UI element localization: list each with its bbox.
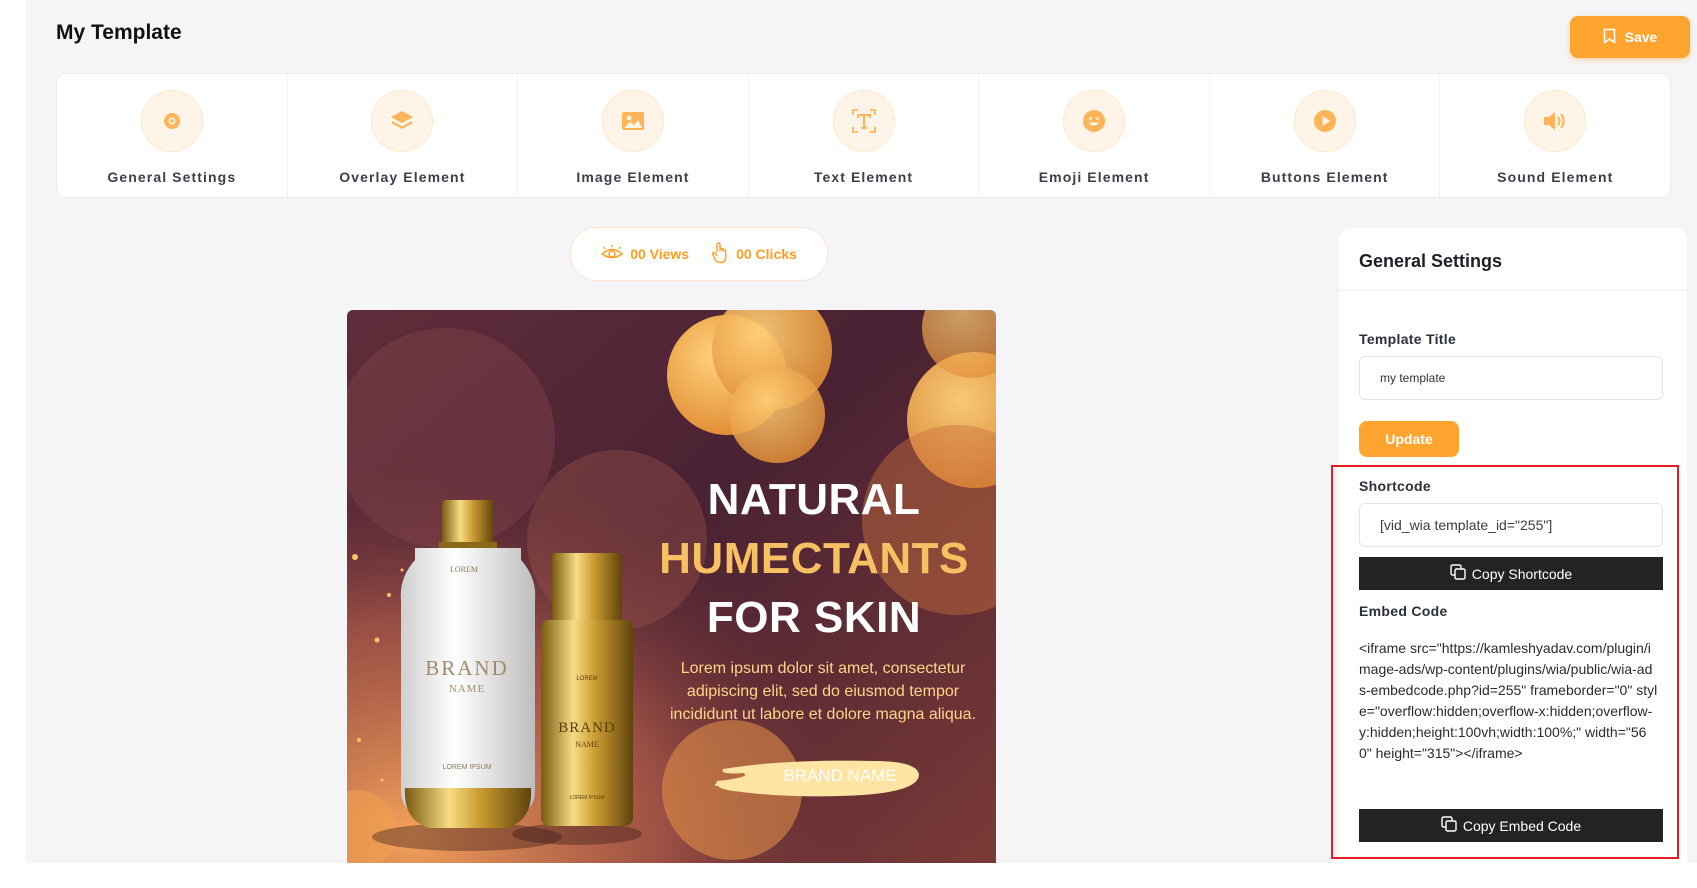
template-title-label: Template Title <box>1359 331 1457 347</box>
copy-embed-code-button[interactable]: Copy Embed Code <box>1359 809 1663 842</box>
settings-panel: General Settings Template Title my templ… <box>1339 228 1687 888</box>
bottle2-bottom-label: LOREM IPSUM <box>569 795 605 801</box>
page-title: My Template <box>56 21 182 44</box>
tool-label: Sound Element <box>1497 169 1614 185</box>
tool-buttons-element[interactable]: Buttons Element <box>1210 74 1441 197</box>
tool-label: Text Element <box>813 169 914 185</box>
tool-image-element[interactable]: Image Element <box>518 74 749 197</box>
copy-shortcode-label: Copy Shortcode <box>1471 565 1573 582</box>
tool-label: Image Element <box>576 169 690 185</box>
gear-icon <box>140 90 203 152</box>
panel-divider <box>1339 290 1687 291</box>
bottle1-brand: BRAND <box>425 656 509 680</box>
views-count: 00 Views <box>630 246 690 262</box>
shortcode-input[interactable]: [vid_wia template_id="255"] <box>1359 503 1663 547</box>
clicks-stat: 00 Clicks <box>711 241 797 267</box>
tool-label: Emoji Element <box>1038 169 1150 185</box>
embed-code-label: Embed Code <box>1359 603 1448 619</box>
stats-pill: 00 Views 00 Clicks <box>570 227 828 281</box>
speaker-icon <box>1524 90 1587 152</box>
tool-sound-element[interactable]: Sound Element <box>1440 74 1670 197</box>
save-button[interactable]: Save <box>1570 16 1690 58</box>
tool-general-settings[interactable]: General Settings <box>57 74 288 197</box>
tool-label: Overlay Element <box>339 169 466 185</box>
bottle2-top-label: LOREM <box>576 676 598 682</box>
template-title-input[interactable]: my template <box>1359 356 1663 400</box>
bottle1-name: NAME <box>448 683 486 695</box>
eye-icon <box>600 244 624 264</box>
embed-code-text[interactable]: <iframe src="https://kamleshyadav.com/pl… <box>1359 638 1659 764</box>
copy-icon <box>1441 816 1457 835</box>
text-icon <box>832 90 895 152</box>
ad-body-text: Lorem ipsum dolor sit amet, consectetur … <box>670 660 976 723</box>
copy-icon <box>1450 564 1466 583</box>
shortcode-label: Shortcode <box>1359 478 1431 494</box>
tool-overlay-element[interactable]: Overlay Element <box>288 74 519 197</box>
ad-headline-line1: NATURAL <box>707 475 921 524</box>
emoji-icon <box>1063 90 1126 152</box>
pointer-hand-icon <box>711 241 729 267</box>
bookmark-icon <box>1603 28 1616 47</box>
save-label: Save <box>1624 29 1658 45</box>
panel-title: General Settings <box>1359 251 1503 271</box>
ad-headline: NATURAL HUMECTANTS FOR SKIN <box>649 470 979 647</box>
tool-label: Buttons Element <box>1260 169 1389 185</box>
shortcode-value: [vid_wia template_id="255"] <box>1380 517 1553 533</box>
copy-shortcode-button[interactable]: Copy Shortcode <box>1359 557 1663 590</box>
bottle2-brand: BRAND <box>558 720 616 736</box>
ad-headline-line2: HUMECTANTS <box>659 534 969 583</box>
image-icon <box>601 90 664 152</box>
copy-embed-code-label: Copy Embed Code <box>1462 817 1582 834</box>
ad-headline-line3: FOR SKIN <box>706 593 922 642</box>
template-title-value: my template <box>1380 371 1446 385</box>
layers-icon <box>371 90 434 152</box>
tool-label: General Settings <box>107 169 237 185</box>
clicks-count: 00 Clicks <box>736 246 797 262</box>
ad-cta-button[interactable]: BRAND NAME <box>742 754 938 798</box>
tool-emoji-element[interactable]: Emoji Element <box>979 74 1210 197</box>
update-button[interactable]: Update <box>1359 421 1459 457</box>
bottle1-bottom-label: LOREM IPSUM <box>442 764 492 771</box>
views-stat: 00 Views <box>600 244 690 264</box>
bottle2-name: NAME <box>575 740 599 749</box>
tool-text-element[interactable]: Text Element <box>749 74 980 197</box>
bottle1-top-label: LOREM <box>450 565 478 574</box>
play-button-icon <box>1293 90 1356 152</box>
element-toolbar: General Settings Overlay Element Image E… <box>56 73 1671 198</box>
